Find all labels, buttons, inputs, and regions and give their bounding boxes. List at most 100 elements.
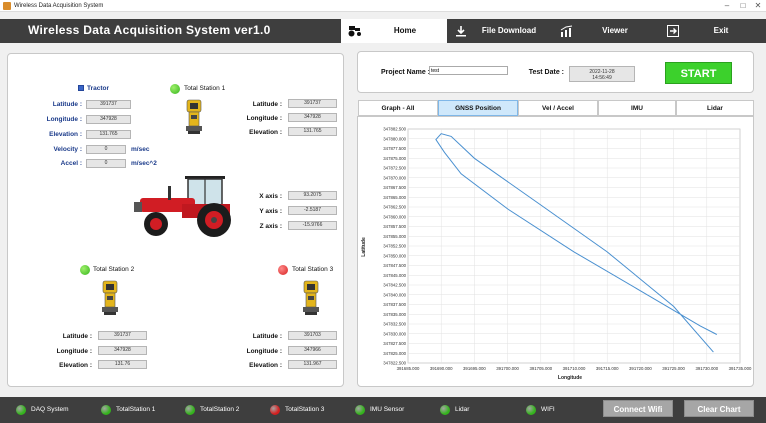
y-tick-label: 347837.500 (383, 302, 406, 307)
ts3-latitude-value: 391703 (288, 331, 337, 340)
ts3-longitude-label: Longitude : (246, 348, 282, 355)
ts1-name: Total Station 1 (184, 85, 226, 92)
test-date-time: 14:56:49 (592, 75, 612, 81)
exit-icon (665, 23, 681, 39)
nav-file-download[interactable]: File Download (447, 19, 553, 43)
x-tick-label: 391695.000 (463, 366, 486, 371)
y-tick-label: 347882.500 (383, 127, 406, 132)
nav-viewer-label: Viewer (602, 26, 628, 35)
nav-home[interactable]: Home (341, 19, 447, 43)
ts2-longitude-value: 347928 (98, 346, 147, 355)
y-tick-label: 347822.500 (383, 361, 406, 366)
minimize-icon[interactable]: – (720, 1, 734, 11)
maximize-icon[interactable]: □ (736, 1, 750, 11)
y-tick-label: 347852.500 (383, 244, 406, 249)
ts2-latitude-value: 391737 (98, 331, 147, 340)
y-tick-label: 347827.500 (383, 341, 406, 346)
ts2-latitude-label: Latitude : (62, 333, 92, 340)
status-light-icon (355, 405, 365, 415)
y-tick-label: 347847.500 (383, 263, 406, 268)
tractor-elevation-label: Elevation : (49, 131, 82, 138)
nav-file-download-label: File Download (481, 26, 537, 35)
status-light-icon (270, 405, 280, 415)
total-station-icon (102, 280, 118, 315)
tractor-accel-label: Accel : (60, 160, 82, 167)
tractor-checkbox-label: Tractor (87, 85, 110, 92)
y-tick-label: 347850.000 (383, 253, 406, 258)
x-tick-label: 391685.000 (397, 366, 420, 371)
ts3-name: Total Station 3 (292, 266, 334, 273)
total-station-icon (186, 99, 202, 134)
x-tick-label: 391730.000 (695, 366, 718, 371)
status-label: TotalStation 3 (285, 406, 325, 413)
status-light-icon (526, 405, 536, 415)
x-tick-label: 391725.000 (662, 366, 685, 371)
y-axis-title: Latitude (361, 237, 367, 257)
connect-wifi-button[interactable]: Connect Wifi (603, 400, 673, 417)
ts1-longitude-label: Longitude : (246, 115, 282, 122)
status-label: IMU Sensor (370, 406, 405, 413)
status-light-icon (16, 405, 26, 415)
status-bar: DAQ System TotalStation 1 TotalStation 2… (0, 397, 766, 423)
close-icon[interactable]: ✕ (751, 1, 765, 11)
ts3-longitude-value: 347966 (288, 346, 337, 355)
test-date-label: Test Date : (528, 69, 564, 76)
tab-lidar[interactable]: Lidar (676, 100, 754, 116)
checkbox-checked-icon (78, 85, 84, 91)
download-icon (453, 23, 469, 39)
nav-home-label: Home (393, 26, 417, 35)
start-button[interactable]: START (665, 62, 732, 84)
status-label: TotalStation 2 (200, 406, 240, 413)
tab-imu[interactable]: IMU (598, 100, 676, 116)
status-label: DAQ System (31, 406, 69, 413)
y-axis-label: Y axis : (259, 208, 282, 215)
tractor-elevation-value: 131.765 (86, 130, 131, 139)
total-station-icon (303, 280, 319, 315)
ts3-elevation-value: 131.967 (288, 360, 337, 369)
x-tick-label: 391735.000 (729, 366, 752, 371)
nav-exit-label: Exit (713, 26, 729, 35)
x-tick-label: 391710.000 (563, 366, 586, 371)
status-light-icon (101, 405, 111, 415)
ts1-elevation-label: Elevation : (249, 129, 282, 136)
y-tick-label: 347870.000 (383, 175, 406, 180)
y-tick-label: 347867.500 (383, 185, 406, 190)
y-tick-label: 347862.500 (383, 205, 406, 210)
y-tick-label: 347880.000 (383, 136, 406, 141)
clear-chart-button[interactable]: Clear Chart (684, 400, 754, 417)
tractor-latitude-value: 391737 (86, 100, 131, 109)
nav-viewer[interactable]: Viewer (553, 19, 659, 43)
ts3-elevation-label: Elevation : (249, 362, 282, 369)
y-tick-label: 347860.000 (383, 214, 406, 219)
chart-panel: 347822.500 347825.000 347827.500 347830.000… (357, 116, 754, 387)
ts3-status-light (278, 265, 288, 275)
sensor-panel: Tractor Latitude : 391737 Longitude : 34… (7, 53, 344, 387)
gnss-chart: 347822.500 347825.000 347827.500 347830.000… (361, 127, 752, 381)
project-name-input[interactable] (429, 66, 508, 75)
tab-gnss-position[interactable]: GNSS Position (438, 100, 518, 116)
y-tick-label: 347855.000 (383, 234, 406, 239)
ts1-latitude-label: Latitude : (252, 101, 282, 108)
tab-vel-accel[interactable]: Vel / Accel (518, 100, 598, 116)
tractor-accel-value: 0 (86, 159, 126, 168)
nav-exit[interactable]: Exit (659, 19, 766, 43)
y-tick-label: 347875.000 (383, 156, 406, 161)
tab-graph-all[interactable]: Graph - All (358, 100, 438, 116)
y-tick-label: 347877.500 (383, 146, 406, 151)
window-title: Wireless Data Acquisition System (14, 3, 104, 9)
tractor-image (134, 176, 231, 237)
project-name-label: Project Name : (380, 69, 430, 76)
y-tick-label: 347865.000 (383, 195, 406, 200)
x-tick-label: 391705.000 (529, 366, 552, 371)
ts1-longitude-value: 347928 (288, 113, 337, 122)
app-header: Wireless Data Acquisition System ver1.0 … (0, 19, 766, 43)
x-tick-label: 391720.000 (629, 366, 652, 371)
x-axis-label: X axis : (259, 193, 282, 200)
tractor-longitude-label: Longitude : (46, 116, 82, 123)
y-tick-label: 347840.000 (383, 292, 406, 297)
y-tick-label: 347845.000 (383, 273, 406, 278)
ts2-elevation-label: Elevation : (59, 362, 92, 369)
tractor-checkbox[interactable]: Tractor (78, 85, 109, 92)
tractor-icon (347, 23, 363, 39)
status-light-icon (185, 405, 195, 415)
